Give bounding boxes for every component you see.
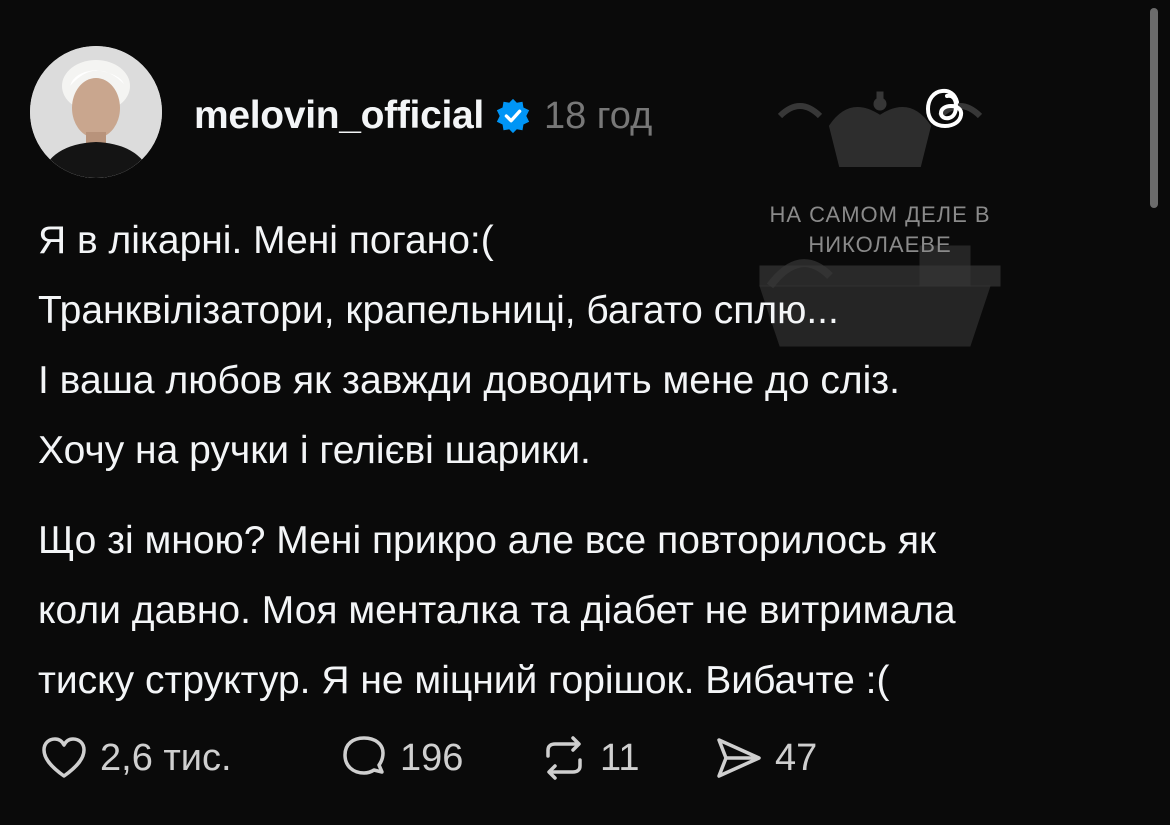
repost-button[interactable]: 11 [538, 732, 713, 784]
reply-count: 196 [400, 736, 464, 779]
post-line: Транквілізатори, крапельниці, багато спл… [38, 289, 839, 332]
share-count: 47 [775, 736, 818, 779]
post-header: melovin_official 18 год [194, 88, 652, 144]
post-line: Хочу на ручки і гелієві шарики. [38, 429, 591, 472]
repost-count: 11 [600, 736, 640, 779]
username[interactable]: melovin_official [194, 94, 484, 138]
post-line: коли давно. Моя менталка та діабет не ви… [38, 589, 956, 632]
post-paragraph-2: Що зі мною? Мені прикро але все повторил… [38, 506, 956, 716]
avatar[interactable] [30, 46, 162, 178]
comment-icon [343, 736, 385, 775]
like-count: 2,6 тис. [100, 736, 232, 779]
repost-icon [546, 736, 582, 780]
share-button[interactable]: 47 [713, 732, 817, 784]
post-actions: 2,6 тис. 196 11 47 [38, 730, 817, 786]
post-paragraph-1: Я в лікарні. Мені погано:( Транквілізато… [38, 206, 900, 486]
scrollbar[interactable] [1150, 8, 1158, 208]
threads-logo-icon[interactable] [920, 82, 972, 134]
post-line: Я в лікарні. Мені погано:( [38, 219, 494, 262]
post-line: І ваша любов як завжди доводить мене до … [38, 359, 900, 402]
heart-icon [42, 737, 86, 778]
post-line: Що зі мною? Мені прикро але все повторил… [38, 519, 937, 562]
post-line: тиску структур. Я не міцний горішок. Виб… [38, 659, 890, 702]
like-button[interactable]: 2,6 тис. [38, 732, 338, 784]
send-icon [717, 738, 761, 778]
verified-badge-icon [496, 98, 530, 134]
reply-button[interactable]: 196 [338, 732, 538, 784]
post-timestamp: 18 год [543, 94, 653, 137]
thread-post: melovin_official 18 год НА САМОМ ДЕЛЕ В … [0, 0, 1170, 825]
